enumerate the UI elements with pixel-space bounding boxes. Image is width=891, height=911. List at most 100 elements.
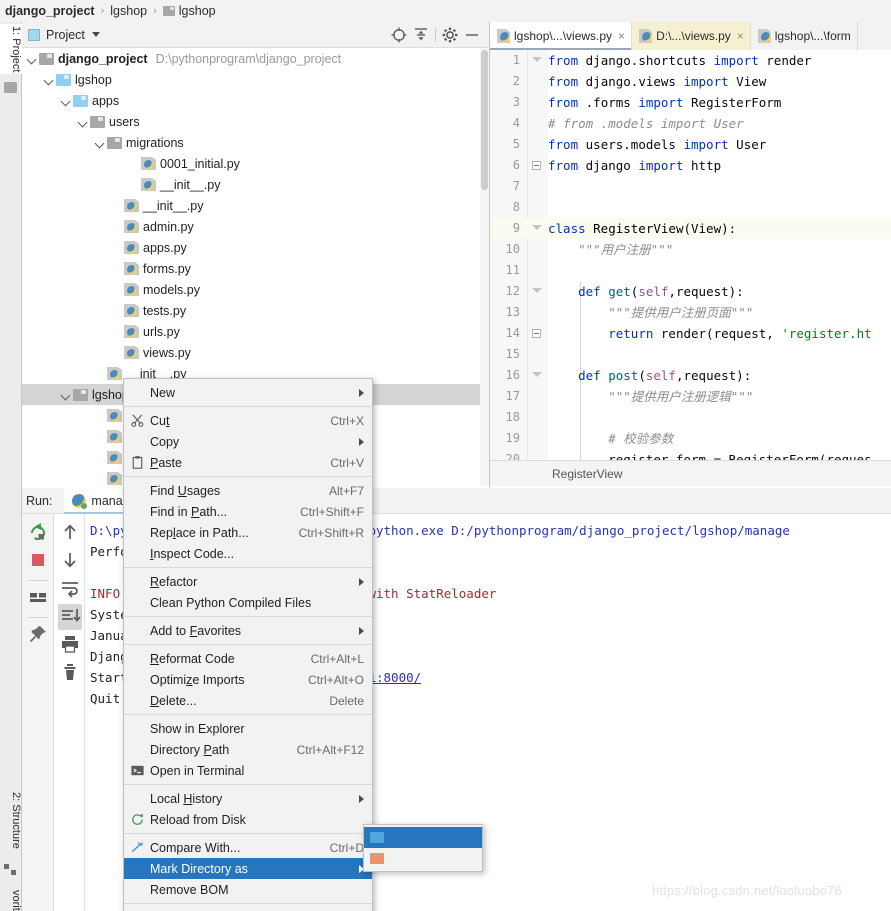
- tree-row[interactable]: 0001_initial.py: [22, 153, 489, 174]
- collapse-all-icon[interactable]: [410, 24, 432, 46]
- menu-item-no-icon: [130, 546, 148, 561]
- menu-item-reformat-code[interactable]: Reformat Code Ctrl+Alt+L: [124, 648, 372, 669]
- up-stack-icon[interactable]: [58, 520, 82, 546]
- chevron-down-icon[interactable]: [26, 52, 39, 65]
- menu-item-delete[interactable]: Delete... Delete: [124, 690, 372, 711]
- menu-item-no-icon: [130, 434, 148, 449]
- menu-item-label: Paste: [150, 455, 182, 470]
- submenu-item-sources-root[interactable]: [364, 827, 482, 848]
- menu-item-optimize-imports[interactable]: Optimize Imports Ctrl+Alt+O: [124, 669, 372, 690]
- pin-tab-icon[interactable]: [26, 622, 50, 648]
- breadcrumb-item-lgshop-inner[interactable]: lgshop: [179, 4, 216, 18]
- tree-row[interactable]: lgshop: [22, 69, 489, 90]
- close-icon[interactable]: ×: [618, 29, 625, 43]
- context-menu[interactable]: New Cut Ctrl+X Copy Paste Ctrl+V Find Usages Al…: [123, 378, 373, 911]
- toggle-tasks-icon[interactable]: [26, 585, 50, 611]
- menu-item-copy[interactable]: Copy: [124, 431, 372, 452]
- menu-item-find-in-path[interactable]: Find in Path... Ctrl+Shift+F: [124, 501, 372, 522]
- menu-item-label: Show in Explorer: [150, 721, 245, 736]
- menu-item-show-in-explorer[interactable]: Show in Explorer: [124, 718, 372, 739]
- chevron-down-icon[interactable]: [60, 94, 73, 107]
- chevron-down-icon[interactable]: [60, 388, 73, 401]
- tree-row[interactable]: __init__.py: [22, 174, 489, 195]
- tree-row[interactable]: urls.py: [22, 321, 489, 342]
- menu-item-replace-in-path[interactable]: Replace in Path... Ctrl+Shift+R: [124, 522, 372, 543]
- menu-separator: [124, 567, 372, 568]
- editor-area: lgshop\...\views.py × D:\...\views.py × …: [490, 22, 891, 488]
- sidebar-tab-project[interactable]: 1: Project: [0, 24, 22, 75]
- tree-row[interactable]: forms.py: [22, 258, 489, 279]
- code-line: 3 from .forms import RegisterForm: [490, 92, 891, 113]
- menu-item-open-in-terminal[interactable]: Open in Terminal: [124, 760, 372, 781]
- tree-row-label: tests.py: [143, 303, 187, 318]
- menu-item-create-gist[interactable]: Create Gist...: [124, 907, 372, 911]
- code-editor[interactable]: 1 from django.shortcuts import render 2 fro…: [490, 50, 891, 460]
- menu-item-cut[interactable]: Cut Ctrl+X: [124, 410, 372, 431]
- fold-arrow-icon[interactable]: [532, 288, 542, 293]
- fold-arrow-icon[interactable]: [532, 57, 542, 62]
- mark-directory-as-submenu[interactable]: [363, 824, 483, 872]
- tree-row[interactable]: django_project D:\pythonprogram\django_pr…: [22, 48, 489, 69]
- menu-item-paste[interactable]: Paste Ctrl+V: [124, 452, 372, 473]
- tree-row[interactable]: users: [22, 111, 489, 132]
- folder-icon: [90, 115, 105, 128]
- line-number: 5: [512, 137, 520, 151]
- soft-wrap-icon[interactable]: [58, 576, 82, 602]
- tree-row[interactable]: apps.py: [22, 237, 489, 258]
- menu-separator: [124, 714, 372, 715]
- menu-item-mark-directory-as[interactable]: Mark Directory as: [124, 858, 372, 879]
- scroll-to-end-icon[interactable]: [57, 604, 82, 630]
- chevron-down-icon[interactable]: [94, 136, 107, 149]
- editor-tab-d-views-py[interactable]: D:\...\views.py ×: [632, 22, 751, 50]
- sidebar-tab-structure[interactable]: 2: Structure: [0, 790, 22, 851]
- breadcrumb-item-lgshop[interactable]: lgshop: [110, 4, 147, 18]
- close-icon[interactable]: ×: [737, 29, 744, 43]
- editor-tab-forms-py[interactable]: lgshop\...\form: [751, 22, 858, 50]
- menu-item-directory-path[interactable]: Directory Path Ctrl+Alt+F12: [124, 739, 372, 760]
- trash-icon[interactable]: [58, 660, 82, 686]
- sidebar-tab-favorites[interactable]: vorites: [0, 888, 22, 911]
- breadcrumb-item-project[interactable]: django_project: [5, 4, 95, 18]
- fold-collapse-icon[interactable]: [532, 329, 541, 338]
- rerun-icon[interactable]: [26, 520, 50, 546]
- tree-row[interactable]: migrations: [22, 132, 489, 153]
- menu-item-compare-with[interactable]: Compare With... Ctrl+D: [124, 837, 372, 858]
- python-file-icon: [141, 178, 156, 191]
- menu-item-inspect-code[interactable]: Inspect Code...: [124, 543, 372, 564]
- chevron-down-icon[interactable]: [43, 73, 56, 86]
- locate-target-icon[interactable]: [388, 24, 410, 46]
- menu-item-refactor[interactable]: Refactor: [124, 571, 372, 592]
- tree-row[interactable]: models.py: [22, 279, 489, 300]
- editor-tab-label: lgshop\...\form: [774, 29, 851, 43]
- tree-row[interactable]: __init__.py: [22, 195, 489, 216]
- menu-item-find-usages[interactable]: Find Usages Alt+F7: [124, 480, 372, 501]
- menu-item-new[interactable]: New: [124, 382, 372, 403]
- editor-tab-views-py[interactable]: lgshop\...\views.py ×: [490, 22, 633, 50]
- minimize-icon[interactable]: [461, 24, 483, 46]
- menu-item-remove-bom[interactable]: Remove BOM: [124, 879, 372, 900]
- print-icon[interactable]: [58, 632, 82, 658]
- fold-arrow-icon[interactable]: [532, 225, 542, 230]
- tree-row[interactable]: apps: [22, 90, 489, 111]
- breadcrumb-separator: ›: [153, 5, 157, 17]
- menu-item-shortcut: Ctrl+Alt+O: [307, 672, 364, 687]
- tree-row[interactable]: admin.py: [22, 216, 489, 237]
- menu-item-add-to-favorites[interactable]: Add to Favorites: [124, 620, 372, 641]
- tree-row[interactable]: views.py: [22, 342, 489, 363]
- menu-item-local-history[interactable]: Local History: [124, 788, 372, 809]
- submenu-item-excluded[interactable]: [364, 848, 482, 869]
- fold-collapse-icon[interactable]: [532, 161, 541, 170]
- down-stack-icon[interactable]: [58, 548, 82, 574]
- code-line: 5 from users.models import User: [490, 134, 891, 155]
- menu-item-reload-from-disk[interactable]: Reload from Disk: [124, 809, 372, 830]
- project-tree-scrollbar[interactable]: [480, 48, 489, 486]
- chevron-down-icon[interactable]: [77, 115, 90, 128]
- stop-icon[interactable]: [26, 548, 50, 574]
- fold-arrow-icon[interactable]: [532, 372, 542, 377]
- gear-icon[interactable]: [439, 24, 461, 46]
- tree-row[interactable]: tests.py: [22, 300, 489, 321]
- menu-separator: [124, 903, 372, 904]
- chevron-down-icon[interactable]: [91, 32, 100, 37]
- menu-item-clean-python-compiled-files[interactable]: Clean Python Compiled Files: [124, 592, 372, 613]
